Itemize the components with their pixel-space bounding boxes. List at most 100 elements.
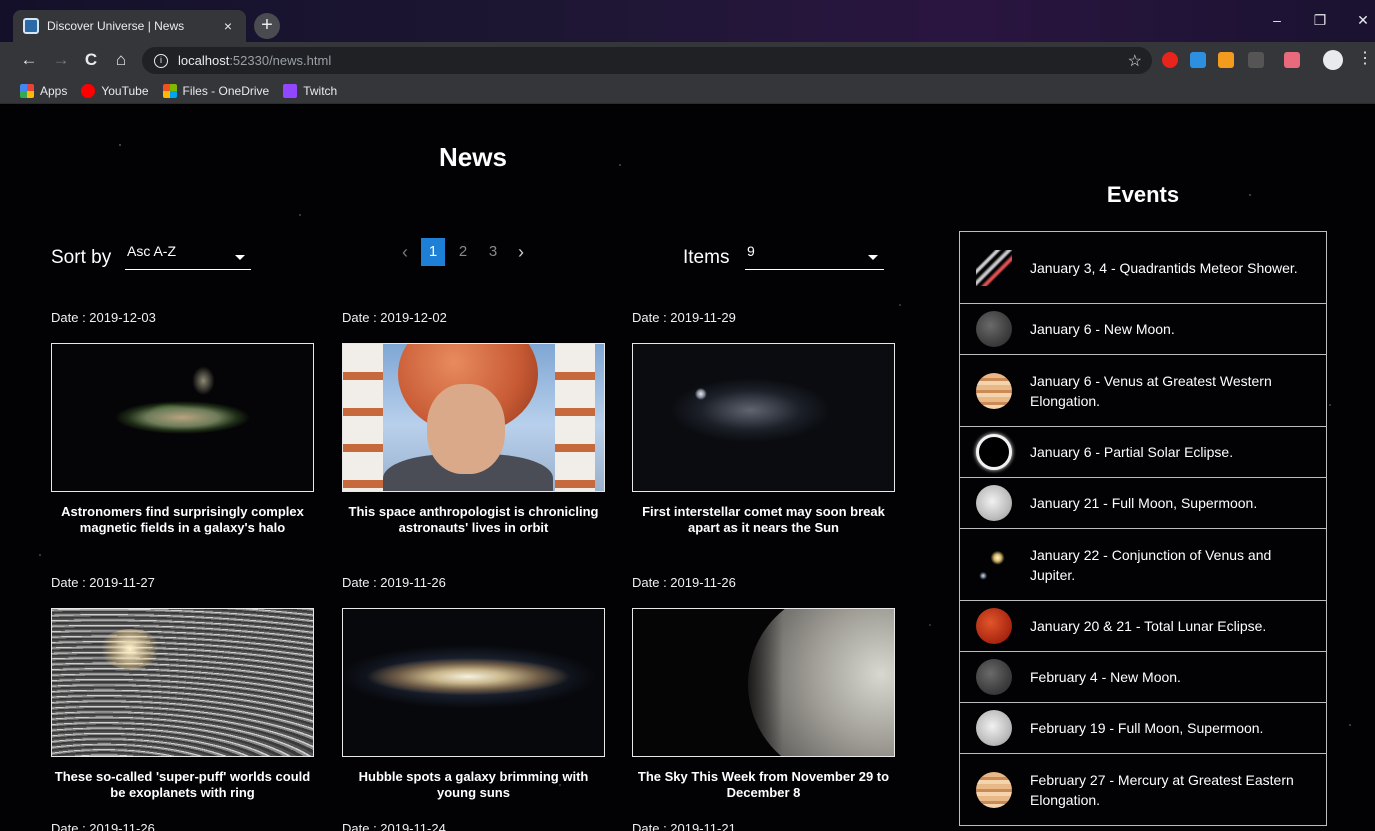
next-page-button[interactable]: ›	[511, 242, 531, 263]
news-title[interactable]: Hubble spots a galaxy brimming with youn…	[342, 769, 605, 801]
site-favicon-icon	[23, 18, 39, 34]
event-item[interactable]: February 19 - Full Moon, Supermoon.	[960, 703, 1326, 754]
news-image[interactable]	[632, 608, 895, 757]
event-text: January 22 - Conjunction of Venus and Ju…	[1030, 546, 1272, 583]
bookmark-onedrive[interactable]: Files - OneDrive	[162, 83, 269, 98]
prev-page-button[interactable]: ‹	[395, 242, 415, 263]
forward-button[interactable]: →	[50, 49, 72, 71]
page-2-button[interactable]: 2	[451, 238, 475, 266]
bookmark-star-icon[interactable]: ☆	[1128, 51, 1142, 71]
pagination: ‹ 1 2 3 ›	[395, 238, 531, 266]
event-item[interactable]: January 3, 4 - Quadrantids Meteor Shower…	[960, 232, 1326, 304]
event-item[interactable]: February 4 - New Moon.	[960, 652, 1326, 703]
browser-tab[interactable]: Discover Universe | News ×	[13, 10, 246, 42]
news-card[interactable]: Date : 2019-11-29 First interstellar com…	[632, 310, 895, 536]
full-moon-icon	[976, 485, 1012, 521]
news-title[interactable]: These so-called 'super-puff' worlds coul…	[51, 769, 314, 801]
events-title: Events	[1106, 182, 1180, 207]
event-text: February 4 - New Moon.	[1030, 669, 1181, 685]
news-image[interactable]	[342, 608, 605, 757]
news-title[interactable]: Astronomers find surprisingly complex ma…	[51, 504, 314, 536]
sort-label: Sort by	[51, 247, 112, 268]
news-title[interactable]: First interstellar comet may soon break …	[632, 504, 895, 536]
news-date: Date : 2019-11-27	[51, 575, 155, 590]
event-text: January 6 - Venus at Greatest Western El…	[1030, 372, 1272, 409]
news-title[interactable]: This space anthropologist is chronicling…	[342, 504, 605, 536]
apps-grid-icon	[20, 83, 34, 98]
news-date: Date : 2019-11-26	[51, 821, 155, 831]
conjunction-icon	[976, 546, 1012, 583]
home-button[interactable]: ⌂	[110, 49, 132, 71]
rss-icon[interactable]	[1218, 52, 1234, 68]
bookmark-twitch[interactable]: Twitch	[283, 83, 337, 98]
browser-menu-icon[interactable]: ⋮	[1357, 48, 1373, 68]
extension-pocket-icon[interactable]	[1248, 52, 1264, 68]
event-text: January 3, 4 - Quadrantids Meteor Shower…	[1030, 259, 1298, 276]
full-moon-icon	[976, 710, 1012, 746]
chevron-down-icon	[868, 255, 878, 260]
event-item[interactable]: January 6 - Partial Solar Eclipse.	[960, 427, 1326, 478]
news-date: Date : 2019-11-29	[632, 310, 736, 325]
event-item[interactable]: January 21 - Full Moon, Supermoon.	[960, 478, 1326, 529]
new-moon-icon	[976, 659, 1012, 695]
event-item[interactable]: January 6 - New Moon.	[960, 304, 1326, 355]
close-window-button[interactable]: ✕	[1348, 12, 1375, 29]
news-card[interactable]: Date : 2019-11-27 These so-called 'super…	[51, 575, 314, 801]
extension-shield-icon[interactable]	[1162, 52, 1178, 68]
extension-tag-icon[interactable]	[1284, 52, 1300, 68]
events-list: January 3, 4 - Quadrantids Meteor Shower…	[959, 231, 1327, 826]
news-date: Date : 2019-12-03	[51, 310, 156, 325]
page-content: News Sort by Asc A-Z ‹ 1 2 3 › Items 9 D…	[0, 105, 1375, 831]
page-1-button[interactable]: 1	[421, 238, 445, 266]
minimize-button[interactable]: –	[1262, 12, 1292, 28]
event-text: January 20 & 21 - Total Lunar Eclipse.	[1030, 618, 1267, 634]
news-card[interactable]: Date : 2019-12-02 This space anthropolog…	[342, 310, 605, 536]
lunar-eclipse-icon	[976, 608, 1012, 644]
event-text: January 6 - New Moon.	[1030, 321, 1175, 337]
extension-window-icon[interactable]	[1190, 52, 1206, 68]
page-3-button[interactable]: 3	[481, 238, 505, 266]
event-text: February 19 - Full Moon, Supermoon.	[1030, 720, 1264, 736]
event-text: February 27 - Mercury at Greatest Easter…	[1030, 771, 1294, 808]
bookmark-apps[interactable]: Apps	[20, 83, 67, 98]
event-item[interactable]: January 6 - Venus at Greatest Western El…	[960, 355, 1326, 427]
restore-button[interactable]: ❐	[1305, 12, 1335, 29]
items-value: 9	[747, 243, 755, 259]
url-path: :52330/news.html	[229, 53, 332, 68]
news-card[interactable]: Date : 2019-11-26 Hubble spots a galaxy …	[342, 575, 605, 801]
event-text: January 21 - Full Moon, Supermoon.	[1030, 495, 1258, 511]
site-info-icon[interactable]: i	[154, 53, 168, 68]
sort-value: Asc A-Z	[127, 243, 177, 259]
news-title[interactable]: The Sky This Week from November 29 to De…	[632, 769, 895, 801]
address-bar[interactable]: i localhost:52330/news.html ☆	[142, 47, 1152, 74]
news-image[interactable]	[632, 343, 895, 492]
news-card[interactable]: Date : 2019-12-03 Astronomers find surpr…	[51, 310, 314, 536]
news-date: Date : 2019-11-26	[342, 575, 446, 590]
items-label: Items	[683, 247, 730, 268]
event-item[interactable]: February 27 - Mercury at Greatest Easter…	[960, 754, 1326, 826]
new-moon-icon	[976, 311, 1012, 347]
page-title: News	[439, 142, 507, 172]
event-item[interactable]: January 20 & 21 - Total Lunar Eclipse.	[960, 601, 1326, 652]
browser-toolbar: ← → C ⌂ i localhost:52330/news.html ☆ ⋮	[0, 42, 1375, 78]
news-image[interactable]	[51, 343, 314, 492]
bookmark-youtube[interactable]: YouTube	[81, 83, 149, 98]
items-per-page-select[interactable]: 9	[745, 243, 884, 270]
new-tab-button[interactable]: +	[254, 13, 280, 39]
sort-select[interactable]: Asc A-Z	[125, 243, 251, 270]
tab-close-icon[interactable]: ×	[220, 18, 236, 34]
reload-button[interactable]: C	[80, 49, 102, 71]
url-host: localhost	[178, 53, 230, 68]
planet-icon	[976, 771, 1012, 808]
bookmarks-bar: Apps YouTube Files - OneDrive Twitch	[0, 78, 1375, 104]
news-card[interactable]: Date : 2019-11-26 The Sky This Week from…	[632, 575, 895, 801]
event-text: January 6 - Partial Solar Eclipse.	[1030, 444, 1234, 460]
back-button[interactable]: ←	[18, 49, 40, 71]
profile-avatar-icon[interactable]	[1323, 50, 1343, 70]
event-item[interactable]: January 22 - Conjunction of Venus and Ju…	[960, 529, 1326, 601]
microsoft-icon	[162, 83, 177, 98]
meteor-shower-icon	[976, 249, 1012, 286]
browser-titlebar: Discover Universe | News × + – ❐ ✕	[0, 0, 1375, 42]
news-image[interactable]	[51, 608, 314, 757]
news-image[interactable]	[342, 343, 605, 492]
